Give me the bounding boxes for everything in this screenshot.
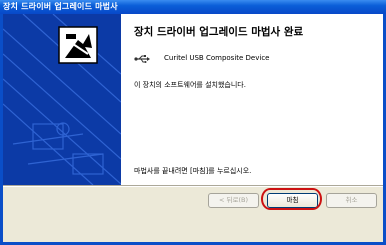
installed-message: 이 장치의 소프트웨어를 설치했습니다.: [134, 81, 246, 89]
usb-icon: [134, 55, 150, 63]
title-bar[interactable]: 장치 드라이버 업그레이드 마법사: [0, 0, 386, 14]
back-button[interactable]: < 뒤로(B): [208, 193, 259, 208]
button-divider: [3, 185, 383, 187]
page-title: 장치 드라이버 업그레이드 마법사 완료: [134, 26, 304, 38]
wizard-content: 장치 드라이버 업그레이드 마법사 완료 Curitel USB Composi…: [3, 14, 383, 185]
cancel-button[interactable]: 취소: [326, 193, 377, 208]
wizard-logo-icon: [58, 26, 98, 64]
finish-instruction: 마법사를 끝내려면 [마침]를 누르십시오.: [134, 167, 252, 175]
side-banner: [3, 14, 121, 185]
device-name: Curitel USB Composite Device: [164, 54, 270, 62]
wizard-window: 장치 드라이버 업그레이드 마법사 장치 드라이버 업그레이드 마법사 완료 C…: [0, 0, 386, 245]
finish-button[interactable]: 마침: [267, 193, 318, 208]
hardware-illustration: [3, 14, 121, 185]
window-title: 장치 드라이버 업그레이드 마법사: [3, 2, 118, 11]
